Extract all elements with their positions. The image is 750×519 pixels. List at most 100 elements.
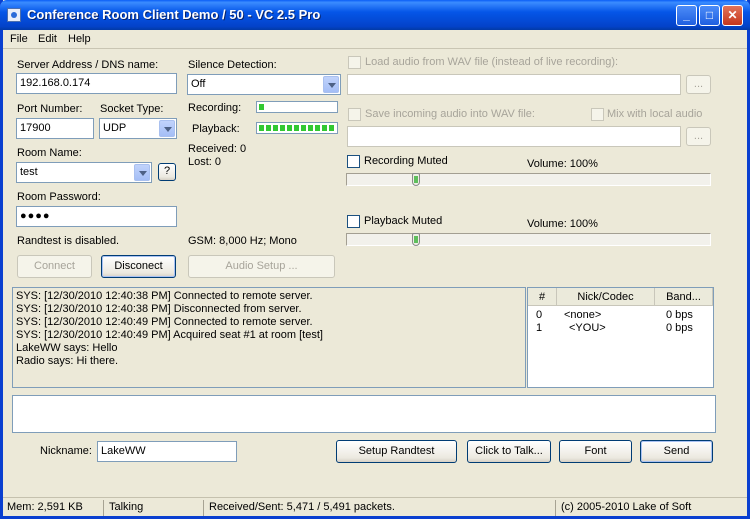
server-address-input[interactable]: 192.168.0.174 xyxy=(16,73,177,94)
playback-level-meter xyxy=(256,122,338,134)
user-number: 1 xyxy=(536,322,543,334)
user-band: 0 bps xyxy=(666,309,693,321)
level-segment xyxy=(308,125,313,131)
recording-level-label: Recording: xyxy=(188,102,242,114)
playback-muted-checkbox[interactable] xyxy=(347,215,360,228)
app-icon xyxy=(7,8,21,22)
server-address-label: Server Address / DNS name: xyxy=(17,59,159,71)
silence-detection-select[interactable]: Off xyxy=(187,74,341,95)
silence-detection-label: Silence Detection: xyxy=(188,59,277,71)
chevron-down-icon[interactable] xyxy=(159,120,175,137)
mix-local-audio-label: Mix with local audio xyxy=(607,108,703,120)
maximize-button[interactable]: □ xyxy=(699,5,720,26)
log-line: SYS: [12/30/2010 12:40:38 PM] Connected … xyxy=(16,290,313,302)
save-wav-browse-button[interactable]: ... xyxy=(686,127,711,146)
status-packets: Received/Sent: 5,471 / 5,491 packets. xyxy=(203,500,395,516)
menu-file[interactable]: File xyxy=(10,33,28,45)
room-name-select[interactable]: test xyxy=(16,162,152,183)
menu-help[interactable]: Help xyxy=(68,33,91,45)
level-segment xyxy=(266,125,271,131)
chevron-down-icon[interactable] xyxy=(134,164,150,181)
load-wav-checkbox[interactable] xyxy=(348,56,361,69)
load-wav-path-input[interactable] xyxy=(347,74,681,95)
window-title: Conference Room Client Demo / 50 - VC 2.… xyxy=(27,7,321,22)
room-name-value: test xyxy=(20,166,38,178)
setup-randtest-button[interactable]: Setup Randtest xyxy=(336,440,457,463)
save-wav-checkbox[interactable] xyxy=(348,108,361,121)
close-button[interactable]: ✕ xyxy=(722,5,743,26)
title-bar[interactable]: Conference Room Client Demo / 50 - VC 2.… xyxy=(0,0,750,30)
user-number: 0 xyxy=(536,309,543,321)
disconnect-button[interactable]: Disconect xyxy=(101,255,176,278)
user-nick[interactable]: <none> xyxy=(564,309,601,321)
menu-edit[interactable]: Edit xyxy=(38,33,57,45)
level-segment xyxy=(322,125,327,131)
playback-volume-slider[interactable] xyxy=(346,233,711,246)
recording-volume-thumb[interactable] xyxy=(412,173,420,186)
chat-message-input[interactable] xyxy=(12,395,716,433)
silence-detection-value: Off xyxy=(191,78,206,90)
playback-level-label: Playback: xyxy=(192,123,240,135)
status-state: Talking xyxy=(103,500,143,516)
click-to-talk-button[interactable]: Click to Talk... xyxy=(467,440,551,463)
level-segment xyxy=(259,104,264,110)
minimize-button[interactable]: _ xyxy=(676,5,697,26)
log-line: SYS: [12/30/2010 12:40:49 PM] Acquired s… xyxy=(16,329,323,341)
load-wav-browse-button[interactable]: ... xyxy=(686,75,711,94)
level-segment xyxy=(294,125,299,131)
socket-type-label: Socket Type: xyxy=(100,103,164,115)
mix-local-audio-checkbox[interactable] xyxy=(591,108,604,121)
level-segment xyxy=(287,125,292,131)
log-line: SYS: [12/30/2010 12:40:38 PM] Disconnect… xyxy=(16,303,302,315)
recording-volume-label: Volume: 100% xyxy=(527,158,598,170)
column-header-number[interactable]: # xyxy=(528,288,557,306)
playback-muted-label: Playback Muted xyxy=(364,215,443,227)
level-segment xyxy=(301,125,306,131)
chevron-down-icon[interactable] xyxy=(323,76,339,93)
status-copyright: (c) 2005-2010 Lake of Soft xyxy=(555,500,691,516)
connect-button[interactable]: Connect xyxy=(17,255,92,278)
status-memory: Mem: 2,591 KB xyxy=(7,501,83,513)
level-segment xyxy=(280,125,285,131)
menu-bar: File Edit Help xyxy=(3,30,747,49)
save-wav-path-input[interactable] xyxy=(347,126,681,147)
level-segment xyxy=(259,125,264,131)
room-password-input[interactable]: ●●●● xyxy=(16,206,177,227)
received-counter: Received: 0 xyxy=(188,143,247,155)
port-input[interactable]: 17900 xyxy=(16,118,94,139)
audio-setup-button[interactable]: Audio Setup ... xyxy=(188,255,335,278)
recording-volume-slider[interactable] xyxy=(346,173,711,186)
randtest-status: Randtest is disabled. xyxy=(17,235,120,247)
user-band: 0 bps xyxy=(666,322,693,334)
level-segment xyxy=(329,125,334,131)
socket-type-value: UDP xyxy=(103,122,127,134)
recording-muted-checkbox[interactable] xyxy=(347,155,360,168)
column-header-band[interactable]: Band... xyxy=(655,288,713,306)
send-button[interactable]: Send xyxy=(640,440,713,463)
log-line: LakeWW says: Hello xyxy=(16,342,118,354)
log-line: SYS: [12/30/2010 12:40:49 PM] Connected … xyxy=(16,316,313,328)
room-password-label: Room Password: xyxy=(17,191,101,203)
nickname-label: Nickname: xyxy=(40,445,92,457)
column-header-nick[interactable]: Nick/Codec xyxy=(557,288,655,306)
lost-counter: Lost: 0 xyxy=(188,156,222,168)
port-label: Port Number: xyxy=(17,103,83,115)
status-bar: Mem: 2,591 KB Talking Received/Sent: 5,4… xyxy=(3,497,747,516)
save-wav-label: Save incoming audio into WAV file: xyxy=(365,108,535,120)
level-segment xyxy=(315,125,320,131)
user-nick[interactable]: <YOU> xyxy=(569,322,606,334)
load-wav-label: Load audio from WAV file (instead of liv… xyxy=(365,56,619,68)
nickname-input[interactable]: LakeWW xyxy=(97,441,237,462)
room-name-label: Room Name: xyxy=(17,147,82,159)
font-button[interactable]: Font xyxy=(559,440,632,463)
user-list[interactable]: # Nick/Codec Band... 0 <none> 0 bps 1 <Y… xyxy=(527,287,714,388)
playback-volume-thumb[interactable] xyxy=(412,233,420,246)
recording-muted-label: Recording Muted xyxy=(364,155,448,167)
room-help-button[interactable]: ? xyxy=(158,163,176,181)
socket-type-select[interactable]: UDP xyxy=(99,118,177,139)
playback-volume-label: Volume: 100% xyxy=(527,218,598,230)
level-segment xyxy=(273,125,278,131)
recording-level-meter xyxy=(256,101,338,113)
message-log[interactable]: SYS: [12/30/2010 12:40:38 PM] Connected … xyxy=(12,287,526,388)
log-line: Radio says: Hi there. xyxy=(16,355,119,367)
